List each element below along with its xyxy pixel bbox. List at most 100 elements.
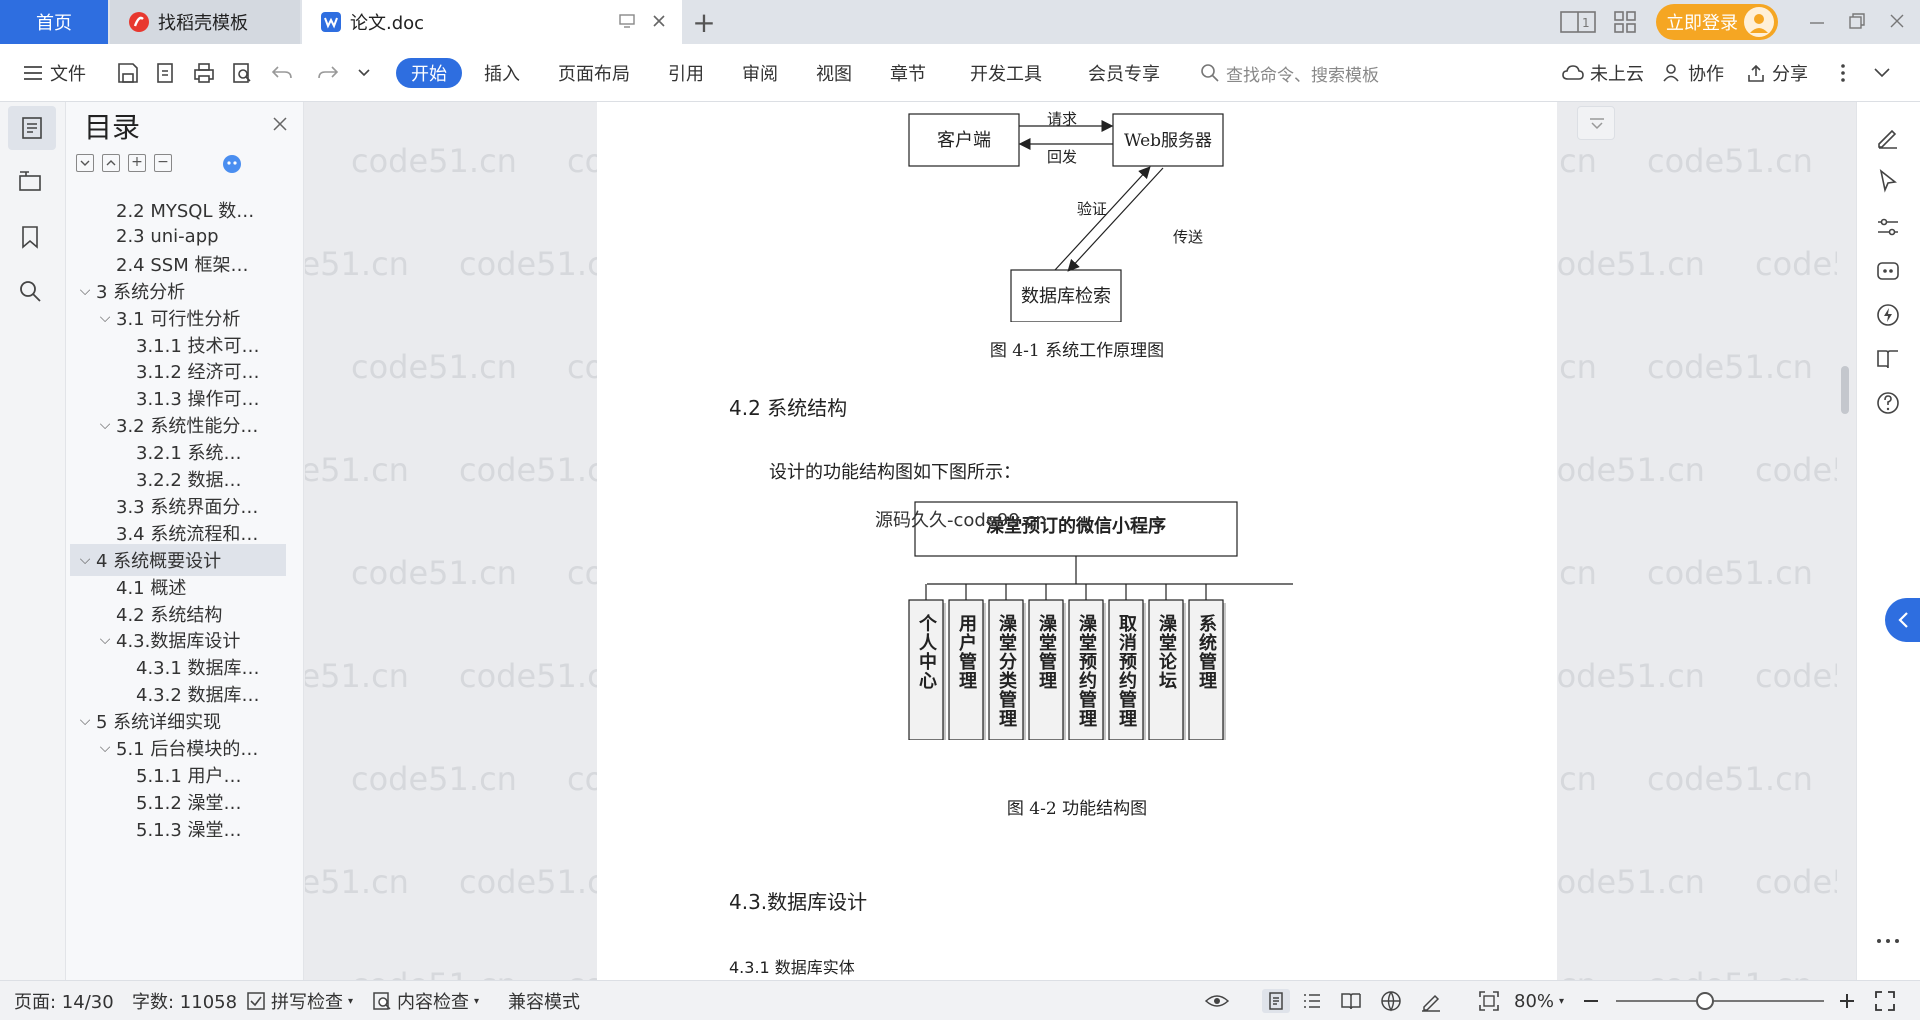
bookmark-icon[interactable] (17, 224, 43, 250)
scroll-thumb[interactable] (1841, 366, 1849, 414)
zoom-level[interactable]: 80% ▾ (1514, 989, 1564, 1013)
toc-item-label: 3.3 系统界面分… (116, 496, 259, 518)
tab-member[interactable]: 会员专享 (1088, 58, 1160, 88)
ribbon-toolbar: 文件 开始 插入 页面布局 引用 审阅 视图 章节 开发工具 会员专享 查找命令… (0, 44, 1920, 102)
chevron-down-icon[interactable] (356, 58, 372, 88)
more-horizontal-icon[interactable] (1875, 936, 1901, 946)
tab-home[interactable]: 首页 (0, 0, 108, 44)
document-page[interactable]: 客户端 Web服务器 数据库检索 请求 回发 验证 传送 图 4-1 系统工作原… (597, 102, 1557, 980)
spark-icon[interactable] (1875, 302, 1901, 328)
expand-side-panel-button[interactable] (1885, 598, 1920, 642)
word-count-label: 字数: 11058 (132, 992, 238, 1013)
transfer-label: 传送 (1173, 228, 1204, 246)
chevron-down-icon[interactable]: ⌵ (76, 283, 94, 299)
zoom-in-icon[interactable] (1838, 989, 1856, 1013)
tab-layout[interactable]: 页面布局 (558, 58, 630, 88)
ai-assistant-icon[interactable] (1875, 258, 1901, 284)
toc-item[interactable]: 5.1.3 澡堂… (70, 813, 286, 845)
figure-caption-2: 图 4-2 功能结构图 (1006, 799, 1148, 819)
zoom-slider-thumb[interactable] (1696, 992, 1714, 1010)
cloud-status-button[interactable]: 未上云 (1562, 58, 1644, 88)
fullscreen-icon[interactable] (1874, 989, 1896, 1013)
collapse-ribbon-icon[interactable] (1872, 58, 1892, 88)
file-menu[interactable]: 文件 (22, 58, 86, 88)
help-icon[interactable] (1875, 390, 1901, 416)
tab-layout-label: 页面布局 (558, 64, 630, 85)
minimize-icon[interactable] (1808, 14, 1826, 32)
undo-icon[interactable] (270, 58, 294, 88)
screen-icon[interactable] (618, 12, 636, 30)
apps-grid-icon[interactable] (1614, 11, 1636, 33)
close-tab-icon[interactable] (650, 12, 668, 30)
reading-view-icon[interactable] (1340, 989, 1362, 1013)
page-tools-button[interactable] (1577, 106, 1615, 140)
redo-icon[interactable] (316, 58, 340, 88)
navigation-icon[interactable] (17, 168, 43, 194)
share-button[interactable]: 分享 (1746, 58, 1808, 88)
page-view-icon[interactable] (1262, 989, 1290, 1013)
collab-button[interactable]: 协作 (1662, 58, 1724, 88)
content-check-button[interactable]: 内容检查 ▾ (372, 989, 479, 1013)
chevron-down-icon[interactable]: ⌵ (76, 713, 94, 729)
edit-pen-icon[interactable] (1875, 124, 1901, 150)
tab-insert[interactable]: 插入 (484, 58, 520, 88)
toc-panel-button[interactable] (8, 106, 56, 150)
remove-heading-icon[interactable]: − (154, 154, 172, 172)
zoom-slider[interactable] (1616, 992, 1824, 1010)
book-icon[interactable] (1875, 346, 1901, 372)
print-preview-icon[interactable] (230, 58, 254, 88)
close-icon[interactable] (272, 116, 288, 132)
add-heading-icon[interactable]: + (128, 154, 146, 172)
tab-daoke-templates[interactable]: 找稻壳模板 (110, 0, 300, 44)
tab-reference-label: 引用 (668, 64, 704, 85)
dropdown-icon (1588, 116, 1606, 132)
new-tab-button[interactable]: + (684, 0, 724, 44)
chevron-down-icon[interactable]: ⌵ (76, 552, 94, 568)
vertical-scrollbar[interactable] (1837, 102, 1853, 980)
verify-label: 验证 (1077, 200, 1108, 218)
chevron-down-icon[interactable]: ⌵ (96, 417, 114, 433)
word-count[interactable]: 字数: 11058 (132, 989, 237, 1013)
layout-toggle-icon[interactable]: 1 (1560, 10, 1596, 34)
tab-devtools[interactable]: 开发工具 (970, 58, 1042, 88)
document-canvas[interactable]: code51.cn code51.cn code51.cn code51.cn code… (305, 102, 1853, 980)
write-mode-icon[interactable] (1420, 989, 1442, 1013)
toc-item-label: 3.1.2 经济可… (136, 362, 260, 384)
login-button[interactable]: 立即登录 (1656, 4, 1778, 40)
close-window-icon[interactable] (1888, 12, 1906, 30)
eye-protection-icon[interactable] (1204, 989, 1230, 1013)
export-pdf-icon[interactable] (154, 58, 178, 88)
spell-check-button[interactable]: 拼写检查 ▾ (246, 989, 353, 1013)
outline-view-icon[interactable] (1302, 989, 1322, 1013)
fit-page-icon[interactable] (1478, 989, 1500, 1013)
tab-review[interactable]: 审阅 (742, 58, 778, 88)
chevron-down-icon[interactable]: ⌵ (96, 740, 114, 756)
toc-item-label: 4 系统概要设计 (96, 550, 222, 572)
chevron-down-icon[interactable]: ⌵ (96, 632, 114, 648)
expand-up-icon[interactable] (102, 154, 120, 172)
tab-view[interactable]: 视图 (816, 58, 852, 88)
tab-reference[interactable]: 引用 (668, 58, 704, 88)
search-placeholder: 查找命令、搜索模板 (1226, 65, 1379, 86)
toc-smart-icon[interactable] (222, 154, 242, 174)
web-view-icon[interactable] (1380, 989, 1402, 1013)
sliders-icon[interactable] (1875, 214, 1901, 240)
command-search[interactable]: 查找命令、搜索模板 (1200, 58, 1379, 88)
page-indicator[interactable]: 页面: 14/30 (14, 989, 114, 1013)
module-label: 个人中心 (916, 614, 937, 690)
zoom-out-icon[interactable] (1582, 989, 1600, 1013)
cursor-icon[interactable] (1875, 168, 1901, 194)
collapse-all-icon[interactable] (76, 154, 94, 172)
search-icon[interactable] (17, 278, 43, 304)
tab-document[interactable]: 论文.doc (302, 0, 682, 44)
tab-start[interactable]: 开始 (396, 58, 462, 88)
print-icon[interactable] (192, 58, 216, 88)
transfer-arrow (1067, 167, 1164, 272)
chevron-down-icon[interactable]: ⌵ (96, 310, 114, 326)
restore-icon[interactable] (1848, 12, 1866, 30)
more-icon[interactable] (1840, 58, 1846, 88)
tab-chapter[interactable]: 章节 (890, 58, 926, 88)
save-icon[interactable] (116, 58, 140, 88)
client-label: 客户端 (937, 130, 991, 151)
watermark-text: code51.cn (351, 760, 517, 798)
